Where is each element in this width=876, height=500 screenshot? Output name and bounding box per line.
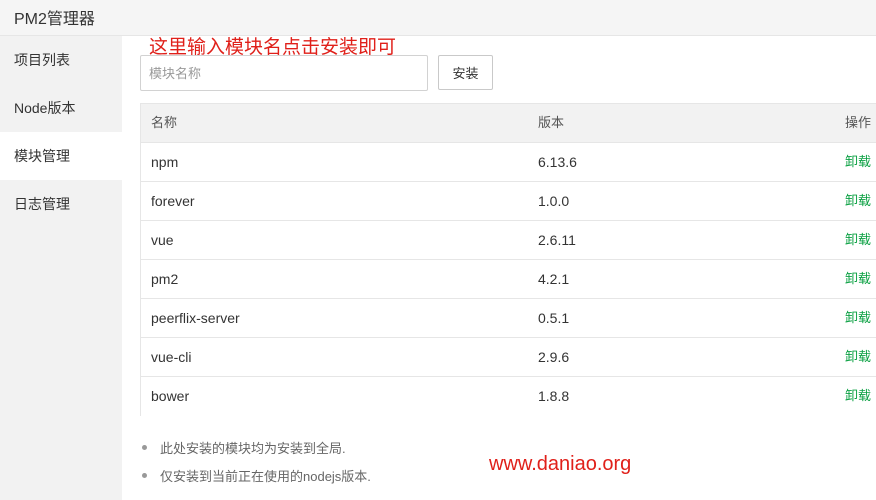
module-name-input[interactable] <box>140 55 428 91</box>
bullet-icon <box>142 473 147 478</box>
uninstall-link[interactable]: 卸载 <box>845 221 871 259</box>
module-version-cell: 6.13.6 <box>538 154 577 170</box>
module-version-cell: 4.2.1 <box>538 271 570 287</box>
app-title: PM2管理器 <box>14 11 95 28</box>
title-bar: PM2管理器 <box>0 0 876 36</box>
uninstall-link[interactable]: 卸载 <box>845 143 871 181</box>
table-row: bower 1.8.8 卸载 <box>141 377 876 416</box>
table-row: npm 6.13.6 卸载 <box>141 143 876 182</box>
module-version-cell: 1.0.0 <box>538 193 570 209</box>
column-header-action: 操作 <box>845 115 872 130</box>
uninstall-link[interactable]: 卸载 <box>845 377 871 415</box>
sidebar-item-module-management[interactable]: 模块管理 <box>0 132 122 180</box>
sidebar-item-project-list[interactable]: 项目列表 <box>0 36 122 84</box>
watermark-text: www.daniao.org <box>489 453 632 475</box>
module-version-cell: 2.9.6 <box>538 349 570 365</box>
uninstall-link[interactable]: 卸载 <box>845 299 871 337</box>
uninstall-link[interactable]: 卸载 <box>845 338 871 376</box>
table-header: 名称 版本 操作 <box>141 104 876 143</box>
table-row: peerflix-server 0.5.1 卸载 <box>141 299 876 338</box>
uninstall-link[interactable]: 卸载 <box>845 182 871 220</box>
sidebar-item-label: 日志管理 <box>14 196 70 212</box>
module-version-cell: 0.5.1 <box>538 310 570 326</box>
column-header-version: 版本 <box>538 115 565 130</box>
module-name-cell: vue <box>151 232 174 248</box>
uninstall-link[interactable]: 卸载 <box>845 260 871 298</box>
module-name-cell: npm <box>151 154 179 170</box>
sidebar-item-label: Node版本 <box>14 100 76 116</box>
install-button[interactable]: 安装 <box>438 55 493 90</box>
note-text: 仅安装到当前正在使用的nodejs版本. <box>160 469 371 484</box>
bullet-icon <box>142 445 147 450</box>
module-name-cell: forever <box>151 193 195 209</box>
module-name-cell: peerflix-server <box>151 310 240 326</box>
module-name-cell: bower <box>151 388 190 404</box>
module-version-cell: 1.8.8 <box>538 388 570 404</box>
sidebar-item-log-management[interactable]: 日志管理 <box>0 180 122 228</box>
sidebar-item-label: 模块管理 <box>14 148 70 164</box>
sidebar: 项目列表 Node版本 模块管理 日志管理 <box>0 36 122 500</box>
table-row: pm2 4.2.1 卸载 <box>141 260 876 299</box>
module-version-cell: 2.6.11 <box>538 232 576 248</box>
module-table: 名称 版本 操作 npm 6.13.6 卸载 forever 1.0.0 卸载 … <box>140 103 876 416</box>
sidebar-item-node-version[interactable]: Node版本 <box>0 84 122 132</box>
table-row: vue 2.6.11 卸载 <box>141 221 876 260</box>
table-row: vue-cli 2.9.6 卸载 <box>141 338 876 377</box>
note-text: 此处安装的模块均为安装到全局. <box>160 441 346 456</box>
column-header-name: 名称 <box>151 115 178 130</box>
module-name-cell: vue-cli <box>151 349 192 365</box>
module-name-cell: pm2 <box>151 271 179 287</box>
sidebar-item-label: 项目列表 <box>14 52 70 68</box>
table-row: forever 1.0.0 卸载 <box>141 182 876 221</box>
